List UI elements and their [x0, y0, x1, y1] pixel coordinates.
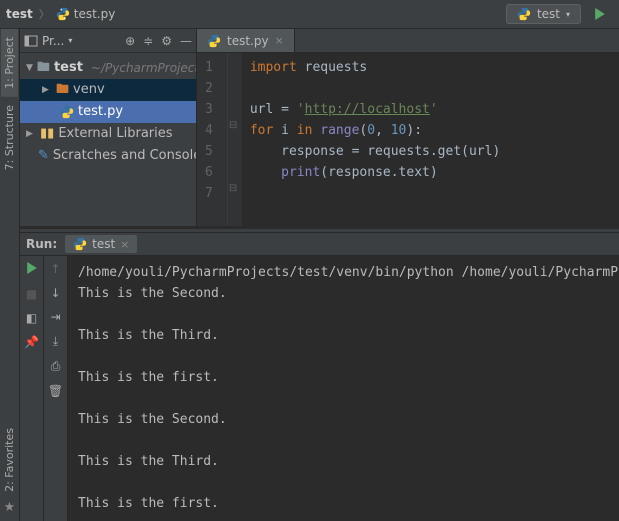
sidebar-tab-favorites[interactable]: 2: Favorites [1, 420, 18, 500]
line-gutter: 1 2 3 4 5 6 7 [197, 53, 228, 226]
run-tool-window: Run: test × ■ ◧ 📌 ↑ ↓ ⇥ ⤓ ⎙ 🗑 /home/youl… [20, 232, 619, 521]
tree-file-label: test.py [78, 101, 123, 123]
tree-venv-label: venv [73, 79, 105, 101]
project-panel-header: Pr... ▾ ⊕ ≑ ⚙ — [20, 29, 196, 53]
breadcrumb-project-label: test [6, 7, 33, 21]
up-button[interactable]: ↑ [50, 262, 60, 276]
chevron-down-icon: ▾ [68, 36, 72, 45]
tree-scratches[interactable]: ✎ Scratches and Consoles [20, 145, 196, 167]
tree-file-testpy[interactable]: test.py [20, 101, 196, 123]
expand-toggle-icon[interactable]: ▶ [26, 123, 36, 145]
project-tree[interactable]: ▼ 🖿 test ~/PycharmProjects/test ▶ 🖿 venv… [20, 53, 196, 171]
python-file-icon [207, 34, 221, 48]
layout-button[interactable]: ◧ [26, 311, 37, 325]
folder-icon: 🖿 [37, 57, 50, 79]
run-button[interactable] [591, 5, 609, 23]
run-controls: test ▾ [506, 4, 609, 24]
sidebar-tab-structure[interactable]: 7: Structure [1, 97, 18, 178]
python-file-icon [56, 7, 70, 21]
tree-venv[interactable]: ▶ 🖿 venv [20, 79, 196, 101]
editor-panel: test.py × 1 2 3 4 5 6 7 ⊟ ⊟ import reque… [197, 29, 619, 226]
folder-icon: 🖿 [56, 79, 69, 101]
tree-root[interactable]: ▼ 🖿 test ~/PycharmProjects/test [20, 57, 196, 79]
down-button[interactable]: ↓ [50, 286, 60, 300]
top-bar: test 〉 test.py test ▾ [0, 0, 619, 29]
chevron-right-icon: 〉 [39, 6, 50, 22]
tree-scratches-label: Scratches and Consoles [53, 145, 196, 167]
project-view-icon [24, 34, 38, 48]
sidebar-tab-project[interactable]: 1: Project [1, 29, 18, 97]
main-split: Pr... ▾ ⊕ ≑ ⚙ — ▼ 🖿 test ~/PycharmProjec… [20, 29, 619, 229]
breadcrumb-project[interactable]: test [6, 7, 33, 21]
play-icon [594, 8, 606, 20]
star-icon: ★ [4, 500, 16, 515]
collapse-toggle-icon[interactable]: ▼ [26, 57, 33, 79]
collapse-icon[interactable]: ≑ [143, 34, 153, 48]
fold-gutter: ⊟ ⊟ [228, 53, 242, 226]
fold-end-icon[interactable]: ⊟ [229, 183, 237, 194]
library-icon: ▮▮ [40, 123, 54, 145]
chevron-down-icon: ▾ [566, 10, 570, 19]
stop-button[interactable]: ■ [26, 287, 37, 301]
run-toolbar-primary: ■ ◧ 📌 [20, 256, 44, 521]
code-area[interactable]: import requests url = 'http://localhost'… [242, 53, 508, 226]
scroll-end-button[interactable]: ⤓ [53, 334, 58, 349]
breadcrumb-file-label: test.py [74, 7, 116, 21]
scratches-icon: ✎ [38, 145, 49, 167]
editor-tabs: test.py × [197, 29, 619, 53]
print-button[interactable]: ⎙ [51, 359, 61, 374]
breadcrumb-file[interactable]: test.py [56, 7, 116, 21]
locate-icon[interactable]: ⊕ [125, 34, 135, 48]
expand-toggle-icon[interactable]: ▶ [42, 79, 52, 101]
project-panel-title[interactable]: Pr... ▾ [24, 34, 121, 48]
python-icon [73, 237, 87, 251]
pin-button[interactable]: 📌 [24, 335, 39, 349]
minimize-icon[interactable]: — [180, 34, 192, 48]
run-tab-label: test [92, 237, 115, 251]
editor-tab-testpy[interactable]: test.py × [197, 29, 295, 52]
console-output[interactable]: /home/youli/PycharmProjects/test/venv/bi… [68, 256, 619, 521]
close-icon[interactable]: × [275, 34, 284, 47]
run-body: ■ ◧ 📌 ↑ ↓ ⇥ ⤓ ⎙ 🗑 /home/youli/PycharmPro… [20, 256, 619, 521]
left-tool-stripe: 1: Project 7: Structure 2: Favorites ★ [0, 29, 20, 521]
gear-icon[interactable]: ⚙ [161, 34, 172, 48]
tree-extlib-label: External Libraries [58, 123, 172, 145]
tree-external-libs[interactable]: ▶ ▮▮ External Libraries [20, 123, 196, 145]
project-panel-title-text: Pr... [42, 34, 64, 48]
editor-tab-label: test.py [227, 34, 269, 48]
run-header: Run: test × [20, 232, 619, 256]
rerun-button[interactable] [26, 262, 38, 277]
python-file-icon [60, 105, 74, 119]
fold-start-icon[interactable]: ⊟ [229, 120, 237, 131]
editor-body[interactable]: 1 2 3 4 5 6 7 ⊟ ⊟ import requests url = … [197, 53, 619, 226]
run-config-selector[interactable]: test ▾ [506, 4, 581, 24]
run-toolbar-secondary: ↑ ↓ ⇥ ⤓ ⎙ 🗑 [44, 256, 68, 521]
tree-root-label: test [54, 57, 83, 79]
run-tab-test[interactable]: test × [65, 235, 137, 253]
run-config-label: test [537, 7, 560, 21]
python-icon [517, 7, 531, 21]
close-icon[interactable]: × [120, 238, 129, 251]
tree-root-path: ~/PycharmProjects/test [91, 57, 196, 79]
trash-button[interactable]: 🗑 [48, 384, 63, 398]
softwrap-button[interactable]: ⇥ [50, 310, 60, 324]
breadcrumb: test 〉 test.py [6, 6, 115, 22]
project-panel: Pr... ▾ ⊕ ≑ ⚙ — ▼ 🖿 test ~/PycharmProjec… [20, 29, 197, 226]
run-title: Run: [26, 237, 57, 251]
